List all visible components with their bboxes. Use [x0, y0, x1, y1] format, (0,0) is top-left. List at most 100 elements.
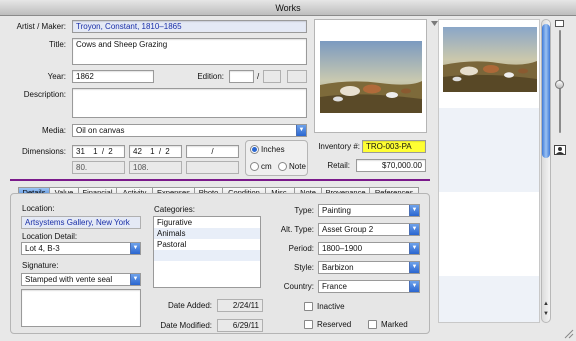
dimension-depth-field[interactable]: / [186, 145, 239, 158]
title-label: Title: [48, 40, 66, 49]
dimension-height-fraction: 1 / 2 [93, 147, 113, 156]
retail-field[interactable]: $70,000.00 [356, 159, 426, 172]
list-item[interactable]: Animals [154, 228, 260, 239]
marked-checkbox[interactable] [368, 320, 377, 329]
description-field[interactable] [72, 88, 307, 118]
edition-label: Edition: [197, 72, 224, 81]
dimension-height-value: 31 [76, 147, 85, 156]
scroll-up-arrow-icon[interactable]: ▲ [542, 300, 550, 308]
categories-label: Categories: [154, 205, 195, 214]
period-value: 1800–1900 [322, 244, 363, 253]
type-label: Type: [294, 206, 314, 215]
zoom-small-icon[interactable] [555, 20, 564, 27]
country-popup[interactable]: France ▼ [318, 280, 420, 293]
period-popup[interactable]: 1800–1900 ▼ [318, 242, 420, 255]
popup-arrow-icon: ▼ [130, 274, 140, 285]
reserved-checkbox[interactable] [304, 320, 313, 329]
marked-label: Marked [381, 320, 408, 329]
artwork-thumbnail [320, 41, 422, 113]
vertical-scrollbar-thumb[interactable] [542, 24, 550, 158]
country-value: France [322, 282, 347, 291]
signature-value: Stamped with vente seal [25, 275, 113, 284]
alt-type-value: Asset Group 2 [322, 225, 374, 234]
style-label: Style: [293, 263, 314, 272]
edition-separator: / [257, 72, 260, 81]
media-popup[interactable]: Oil on canvas ▼ [72, 124, 307, 137]
alt-type-popup[interactable]: Asset Group 2 ▼ [318, 223, 420, 236]
resize-grip-icon[interactable] [562, 327, 574, 339]
dimension-cm-width: 108. [129, 161, 182, 174]
location-detail-popup[interactable]: Lot 4, B-3 ▼ [21, 242, 141, 255]
signature-label: Signature: [22, 261, 59, 270]
title-field[interactable]: Cows and Sheep Grazing [72, 38, 307, 65]
location-field[interactable]: Artsystems Gallery, New York [21, 216, 141, 229]
list-item [154, 261, 260, 272]
artwork-thumbnail-frame[interactable] [314, 19, 427, 133]
popup-arrow-icon: ▼ [409, 243, 419, 254]
year-label: Year: [47, 72, 66, 81]
signature-notes-field[interactable] [21, 289, 141, 327]
dimension-cm-height: 80. [72, 161, 125, 174]
popup-arrow-icon: ▼ [130, 243, 140, 254]
dimension-width-value: 42 [133, 147, 142, 156]
window-title: Works [275, 3, 301, 13]
inventory-field[interactable]: TRO-003-PA [362, 140, 426, 153]
dimension-width-fraction: 1 / 2 [150, 147, 170, 156]
media-value: Oil on canvas [76, 126, 125, 135]
artist-field[interactable]: Troyon, Constant, 1810–1865 [72, 20, 307, 33]
image-browser [438, 19, 540, 323]
disclosure-triangle-icon[interactable] [431, 20, 438, 27]
inches-radio[interactable] [250, 145, 259, 154]
location-label: Location: [22, 204, 55, 213]
inventory-label: Inventory #: [318, 142, 360, 151]
edition-total-field [263, 70, 281, 83]
photo-icon[interactable] [554, 145, 566, 155]
popup-arrow-icon: ▼ [296, 125, 306, 136]
section-divider [10, 179, 430, 181]
artist-label: Artist / Maker: [16, 22, 66, 31]
image-browser-cell [439, 192, 539, 276]
image-browser-thumbnail[interactable] [443, 27, 537, 92]
date-added-field: 2/24/11 [217, 299, 263, 312]
edition-extra-field [287, 70, 307, 83]
popup-arrow-icon: ▼ [409, 205, 419, 216]
list-item[interactable]: Pastoral [154, 239, 260, 250]
list-item [154, 250, 260, 261]
alt-type-label: Alt. Type: [280, 225, 314, 234]
popup-arrow-icon: ▼ [409, 281, 419, 292]
country-label: Country: [283, 282, 314, 291]
year-field[interactable]: 1862 [72, 70, 154, 83]
window-titlebar: Works [0, 0, 576, 16]
type-value: Painting [322, 206, 351, 215]
signature-popup[interactable]: Stamped with vente seal ▼ [21, 273, 141, 286]
popup-arrow-icon: ▼ [409, 224, 419, 235]
date-added-label: Date Added: [167, 301, 212, 310]
dimension-width-field[interactable]: 42 1 / 2 [129, 145, 182, 158]
style-value: Barbizon [322, 263, 354, 272]
location-detail-label: Location Detail: [22, 232, 78, 241]
type-popup[interactable]: Painting ▼ [318, 204, 420, 217]
description-label: Description: [23, 90, 66, 99]
popup-arrow-icon: ▼ [409, 262, 419, 273]
dimension-cm-depth [186, 161, 239, 174]
date-modified-field: 6/29/11 [217, 319, 263, 332]
scroll-down-arrow-icon[interactable]: ▼ [542, 310, 550, 318]
categories-list[interactable]: Figurative Animals Pastoral [153, 216, 261, 288]
cm-radio[interactable] [250, 162, 259, 171]
reserved-label: Reserved [317, 320, 352, 329]
dimension-height-field[interactable]: 31 1 / 2 [72, 145, 125, 158]
location-detail-value: Lot 4, B-3 [25, 244, 60, 253]
edition-number-field[interactable] [229, 70, 254, 83]
note-label: Note [289, 162, 306, 171]
cm-label: cm [261, 162, 272, 171]
retail-label: Retail: [327, 161, 350, 170]
inactive-checkbox[interactable] [304, 302, 313, 311]
image-browser-cell [439, 108, 539, 192]
inches-label: Inches [261, 145, 285, 154]
list-item[interactable]: Figurative [154, 217, 260, 228]
media-label: Media: [41, 126, 66, 135]
zoom-slider-knob[interactable] [555, 80, 564, 89]
note-radio[interactable] [278, 162, 287, 171]
image-browser-cell [439, 276, 539, 322]
style-popup[interactable]: Barbizon ▼ [318, 261, 420, 274]
